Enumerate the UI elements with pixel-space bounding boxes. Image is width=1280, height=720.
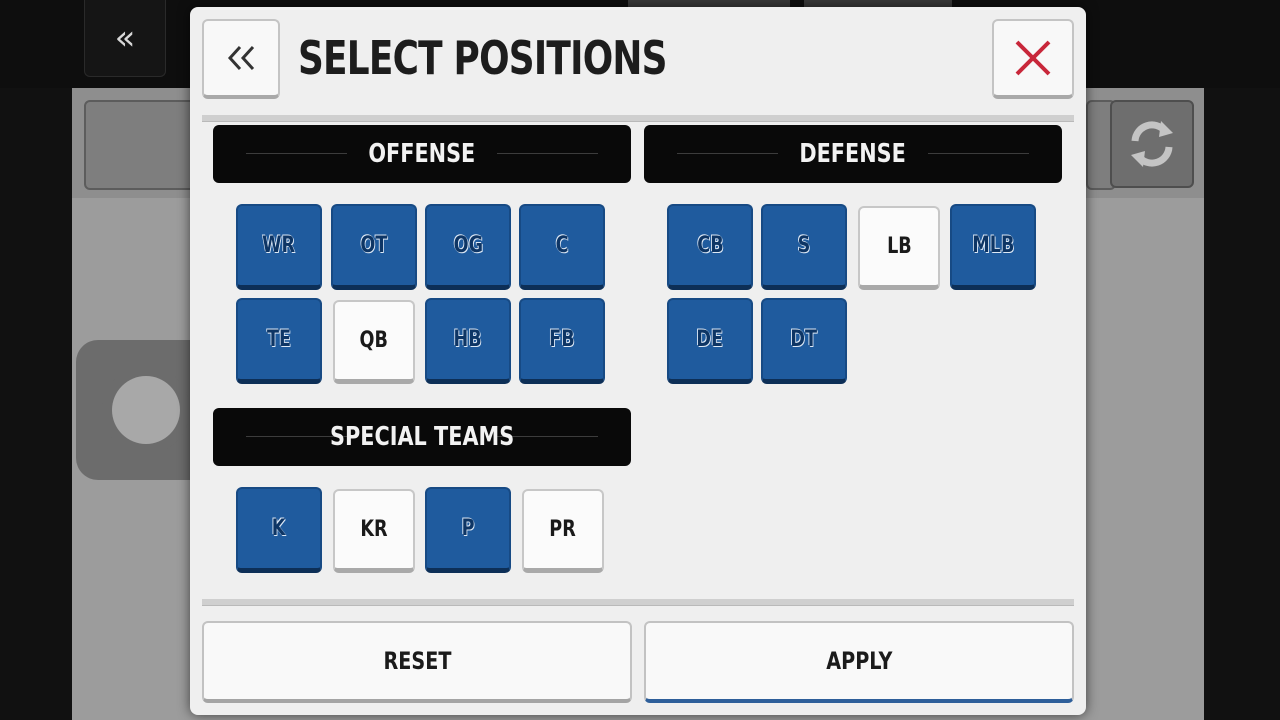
position-label: HB [453,327,483,352]
position-label: OT [360,233,388,258]
position-button-hb[interactable]: HB [425,298,511,384]
apply-button[interactable]: APPLY [644,621,1074,703]
position-button-lb[interactable]: LB [858,206,940,290]
reset-label: RESET [383,647,451,675]
double-chevron-left-icon [227,45,255,71]
position-label: OG [453,233,483,258]
position-label: FB [549,327,575,352]
position-button-c[interactable]: C [519,204,605,290]
position-button-pr[interactable]: PR [522,489,604,573]
close-x-icon [1015,40,1051,76]
position-label: P [461,516,475,541]
position-label: KR [360,517,388,542]
position-button-k[interactable]: K [236,487,322,573]
special-teams-section-header: SPECIAL TEAMS [213,408,631,466]
position-label: C [555,233,569,258]
refresh-icon [1131,121,1173,167]
background-back-button[interactable]: « [84,0,166,77]
close-button[interactable] [992,19,1074,99]
position-button-mlb[interactable]: MLB [950,204,1036,290]
double-chevron-left-icon: « [114,18,136,58]
position-label: CB [696,233,724,258]
position-button-ot[interactable]: OT [331,204,417,290]
position-label: QB [359,328,389,353]
position-button-qb[interactable]: QB [333,300,415,384]
joystick-knob[interactable] [112,376,180,444]
divider [202,115,1074,122]
position-label: TE [266,327,292,352]
section-label: DEFENSE [799,139,907,169]
position-button-wr[interactable]: WR [236,204,322,290]
position-label: DE [696,327,724,352]
back-button[interactable] [202,19,280,99]
position-label: WR [262,233,296,258]
background-refresh-button[interactable] [1110,100,1194,188]
position-button-p[interactable]: P [425,487,511,573]
modal-title: SELECT POSITIONS [298,31,668,85]
position-button-dt[interactable]: DT [761,298,847,384]
position-label: DT [790,327,818,352]
position-button-s[interactable]: S [761,204,847,290]
position-button-cb[interactable]: CB [667,204,753,290]
position-button-de[interactable]: DE [667,298,753,384]
position-label: K [272,516,286,541]
defense-section-header: DEFENSE [644,125,1062,183]
apply-label: APPLY [825,647,893,675]
position-button-og[interactable]: OG [425,204,511,290]
position-button-te[interactable]: TE [236,298,322,384]
reset-button[interactable]: RESET [202,621,632,703]
position-label: MLB [971,233,1015,258]
position-label: S [797,233,811,258]
position-button-fb[interactable]: FB [519,298,605,384]
select-positions-modal: SELECT POSITIONS OFFENSE WR OT OG C TE Q… [190,7,1086,715]
section-label: SPECIAL TEAMS [329,422,515,452]
position-label: PR [549,517,577,542]
position-label: LB [886,234,912,259]
position-button-kr[interactable]: KR [333,489,415,573]
offense-section-header: OFFENSE [213,125,631,183]
section-label: OFFENSE [368,139,476,169]
divider [202,599,1074,606]
